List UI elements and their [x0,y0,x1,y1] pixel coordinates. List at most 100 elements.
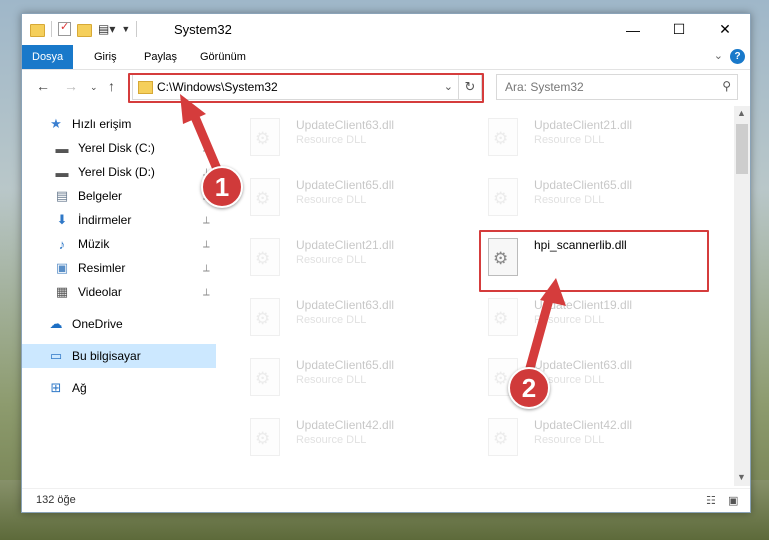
file-type: Resource DLL [534,314,605,326]
file-item[interactable]: UpdateClient65.dll Resource DLL [480,172,700,224]
step-1-badge: 1 [201,166,243,208]
properties-check-icon[interactable] [58,20,71,36]
up-arrow-icon[interactable]: ↑ [108,78,115,94]
file-item[interactable]: UpdateClient19.dll Resource DLL [480,292,700,344]
file-name: UpdateClient21.dll [534,118,633,132]
network-icon: ⊞ [50,380,62,395]
file-name: UpdateClient19.dll [534,298,633,312]
sidebar-item-label: Müzik [78,237,110,251]
file-item[interactable]: UpdateClient21.dll Resource DLL [480,112,700,164]
recent-locations-chevron-icon[interactable]: ⌄ [90,82,98,93]
file-name: UpdateClient65.dll [296,178,395,192]
sidebar-item-onedrive[interactable]: ☁ OneDrive [22,312,216,336]
sidebar-item-quick-access[interactable]: ★ Hızlı erişim [22,112,216,136]
file-item[interactable]: UpdateClient65.dll Resource DLL [242,352,462,404]
view-options-icon[interactable]: ▤▾ [98,22,115,36]
sidebar-item-label: Hızlı erişim [72,117,132,131]
forward-arrow-icon[interactable]: → [64,78,78,94]
sidebar-item-videos[interactable]: ▦ Videolar ⟂ [22,280,216,304]
new-folder-icon[interactable] [77,23,92,37]
file-type: Resource DLL [296,374,367,386]
file-highlight [479,230,709,292]
sidebar-item-local-disk-c[interactable]: ▬ Yerel Disk (C:) ⟂ [22,136,216,160]
search-input[interactable]: Ara: System32 ⚲ [496,74,738,100]
file-item[interactable]: UpdateClient63.dll Resource DLL [242,112,462,164]
file-name: UpdateClient63.dll [296,298,395,312]
sidebar-item-music[interactable]: ♪ Müzik ⟂ [22,232,216,256]
sidebar-item-pictures[interactable]: ▣ Resimler ⟂ [22,256,216,280]
file-type: Resource DLL [534,434,605,446]
dll-file-icon [250,238,280,276]
pin-icon: ⟂ [203,262,210,274]
file-type: Resource DLL [534,194,605,206]
step-2-badge: 2 [508,367,550,409]
cloud-icon: ☁ [49,316,63,331]
folder-icon[interactable] [30,23,45,37]
sidebar-item-label: OneDrive [72,317,123,331]
dll-file-icon [488,178,518,216]
sidebar-item-downloads[interactable]: ⬇ İndirmeler ⟂ [22,208,216,232]
details-view-icon[interactable]: ☷ [706,494,720,507]
scroll-down-icon[interactable]: ▼ [737,472,746,482]
sidebar-item-label: Videolar [78,285,122,299]
dll-file-icon [488,298,518,336]
file-name: UpdateClient63.dll [296,118,395,132]
pin-icon: ⟂ [203,238,210,250]
search-icon[interactable]: ⚲ [722,79,731,93]
file-item[interactable]: UpdateClient65.dll Resource DLL [242,172,462,224]
back-arrow-icon[interactable]: ← [36,78,50,94]
minimize-button[interactable]: — [610,14,656,45]
file-name: UpdateClient42.dll [296,418,395,432]
sidebar-item-local-disk-d[interactable]: ▬ Yerel Disk (D:) ⟂ [22,160,216,184]
chevron-down-icon[interactable]: ⌄ [714,49,723,62]
dll-file-icon [250,418,280,456]
title-bar: ▤▾ ▼ System32 — ☐ ✕ [22,14,750,45]
file-name: UpdateClient65.dll [534,178,633,192]
file-type: Resource DLL [296,134,367,146]
pictures-icon: ▣ [55,260,69,275]
help-icon[interactable]: ? [730,49,745,64]
sidebar-item-this-pc[interactable]: ▭ Bu bilgisayar [22,344,216,368]
tab-file[interactable]: Dosya [22,45,74,69]
quick-access-toolbar: ▤▾ ▼ [30,20,138,37]
window-title: System32 [174,22,232,37]
vertical-scrollbar[interactable]: ▲ ▼ [734,106,750,486]
file-name: UpdateClient42.dll [534,418,633,432]
dll-file-icon [250,358,280,396]
drive-icon: ▬ [55,140,69,156]
toolbar-divider [51,21,52,37]
file-item[interactable]: UpdateClient42.dll Resource DLL [242,412,462,464]
tab-view[interactable]: Görünüm [190,45,256,69]
file-type: Resource DLL [296,194,367,206]
tab-home[interactable]: Giriş [84,45,127,69]
file-item[interactable]: UpdateClient42.dll Resource DLL [480,412,700,464]
scrollbar-thumb[interactable] [736,124,748,174]
scroll-up-icon[interactable]: ▲ [737,108,746,118]
dll-file-icon [488,118,518,156]
toolbar-divider [136,21,138,37]
file-type: Resource DLL [534,134,605,146]
customize-toolbar-icon[interactable]: ▼ [121,24,130,34]
file-item[interactable]: UpdateClient63.dll Resource DLL [242,292,462,344]
sidebar-item-documents[interactable]: ▤ Belgeler ⟂ [22,184,216,208]
dll-file-icon [250,298,280,336]
close-button[interactable]: ✕ [702,14,748,45]
address-bar-highlight [128,73,484,103]
sidebar-item-label: Resimler [78,261,126,275]
file-item[interactable]: UpdateClient21.dll Resource DLL [242,232,462,284]
computer-icon: ▭ [49,348,63,363]
pin-icon: ⟂ [203,214,210,226]
pin-icon: ⟂ [203,142,210,154]
search-placeholder: Ara: System32 [505,80,584,94]
videos-icon: ▦ [55,284,69,299]
sidebar-item-label: Yerel Disk (C:) [78,141,155,155]
sidebar-item-label: Yerel Disk (D:) [78,165,155,179]
tab-share[interactable]: Paylaş [134,45,187,69]
item-count: 132 öğe [36,494,76,506]
maximize-button[interactable]: ☐ [656,14,702,45]
sidebar-item-network[interactable]: ⊞ Ağ [22,376,216,400]
large-icons-view-icon[interactable]: ▣ [728,494,742,507]
status-bar: 132 öğe ☷ ▣ [22,488,750,513]
file-type: Resource DLL [296,314,367,326]
file-list: UpdateClient63.dll Resource DLL UpdateCl… [236,106,734,486]
